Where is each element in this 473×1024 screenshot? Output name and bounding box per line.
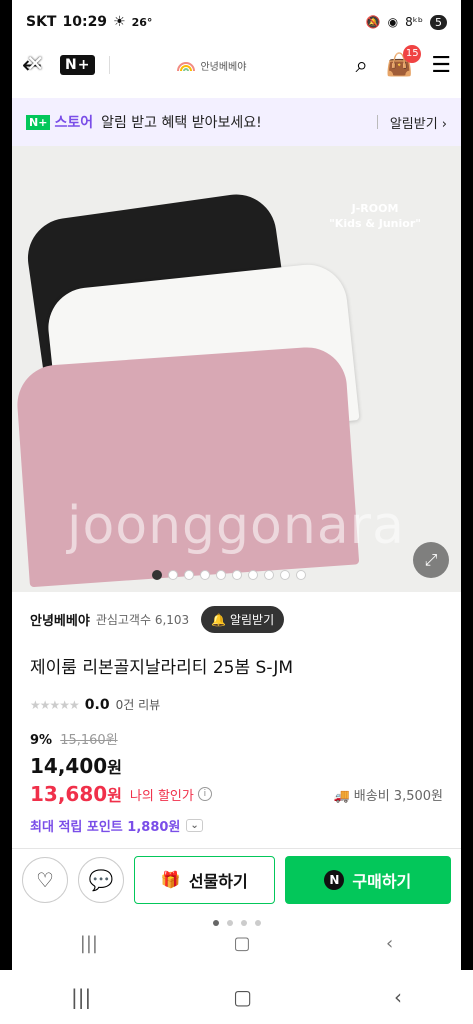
divider — [376, 115, 378, 129]
bottom-action-bar: ♡ 💬 🎁 선물하기 N 구매하기 — [12, 848, 461, 910]
back-icon[interactable]: ‹ — [394, 985, 402, 1009]
discount-percent: 9% — [30, 733, 53, 748]
notification-banner[interactable]: N+ 스토어 알림 받고 혜택 받아보세요! 알림받기 › — [12, 98, 461, 146]
carousel-dot[interactable] — [232, 570, 242, 580]
carousel-dot[interactable] — [280, 570, 290, 580]
buy-label: 구매하기 — [352, 871, 412, 891]
wifi-icon: ◉ — [387, 15, 399, 29]
banner-alarm-button[interactable]: 알림받기 › — [390, 113, 447, 132]
temperature: 26° — [131, 15, 153, 29]
star-rating-icon: ★★★★★ — [30, 697, 80, 712]
store-row: 안녕베베야 관심고객수 6,103 🔔 알림받기 — [30, 606, 443, 633]
home-icon[interactable]: ▢ — [233, 933, 250, 954]
system-nav-bar: ||| ▢ ‹ — [0, 970, 473, 1024]
inner-nav-bar: ||| ▢ ‹ — [12, 928, 461, 958]
status-bar: SKT 10:29 ☀ 26° 🔕 ◉ 8ᵏᵇ 5 — [12, 0, 461, 44]
carousel-dot[interactable] — [248, 570, 258, 580]
discount-row: 9% 15,160원 — [30, 729, 443, 748]
original-price: 15,160원 — [60, 733, 118, 748]
banner-message: 알림 받고 혜택 받아보세요! — [101, 115, 262, 131]
nplus-badge: N+ — [26, 114, 51, 130]
carousel-dots — [152, 570, 306, 580]
clock: 10:29 — [62, 14, 108, 30]
carousel-dot[interactable] — [168, 570, 178, 580]
app-screen: SKT 10:29 ☀ 26° 🔕 ◉ 8ᵏᵇ 5 ← ✕ N+ 안녕베베야 ⌕… — [12, 0, 461, 970]
store-label: 스토어 — [54, 115, 94, 131]
carousel-dot[interactable] — [296, 570, 306, 580]
my-discount-label: 나의 할인가 — [129, 788, 194, 804]
carousel-dot[interactable] — [184, 570, 194, 580]
gift-icon: 🎁 — [160, 870, 181, 889]
top-nav: ← ✕ N+ 안녕베베야 ⌕ 👜 15 ☰ — [12, 44, 461, 86]
store-alarm-label: 알림받기 — [229, 613, 275, 627]
carousel-dot[interactable] — [264, 570, 274, 580]
recent-apps-icon[interactable]: ||| — [80, 933, 98, 954]
search-icon[interactable]: ⌕ — [356, 53, 368, 78]
chat-bubble-icon: 💬 — [88, 867, 114, 892]
network-speed: 8ᵏᵇ — [405, 15, 423, 29]
info-icon[interactable]: i — [197, 787, 212, 801]
carousel-dot[interactable] — [200, 570, 210, 580]
follower-count: 관심고객수 6,103 — [95, 613, 190, 627]
sale-row: 13,680원 나의 할인가 i 🚚 배송비 3,500원 — [30, 782, 443, 806]
product-image[interactable]: J-ROOM "Kids & Junior" joonggonara ⤢ — [12, 146, 461, 592]
product-title: 제이룸 리본골지날라리티 25봄 S-JM — [30, 658, 294, 678]
menu-icon[interactable]: ☰ — [431, 53, 451, 78]
watermark: joonggonara — [67, 496, 405, 556]
store-alarm-button[interactable]: 🔔 알림받기 — [201, 606, 285, 633]
weather-icon: ☀ — [113, 14, 126, 30]
carousel-dot[interactable] — [216, 570, 226, 580]
bell-icon: 🔔 — [211, 613, 227, 627]
buy-button[interactable]: N 구매하기 — [284, 855, 451, 904]
price-value: 14,400 — [30, 754, 108, 778]
heart-icon: ♡ — [36, 867, 54, 892]
max-points: 최대 적립 포인트 1,880원 — [30, 820, 181, 835]
recent-apps-icon[interactable]: ||| — [71, 985, 91, 1009]
cart-icon[interactable]: 👜 15 — [386, 44, 422, 78]
shop-logo-text: 안녕베베야 — [200, 61, 247, 73]
close-icon[interactable]: ✕ — [26, 52, 44, 77]
page-indicator — [12, 920, 461, 926]
expand-icon[interactable]: ⤢ — [413, 542, 449, 578]
gift-label: 선물하기 — [188, 871, 248, 891]
chat-button[interactable]: 💬 — [78, 856, 124, 903]
rating-row[interactable]: ★★★★★ 0.0 0건 리뷰 — [30, 696, 443, 713]
sale-price: 13,680원 — [30, 782, 122, 806]
back-icon[interactable]: ‹ — [386, 933, 393, 954]
rating-score: 0.0 — [84, 696, 110, 713]
review-count: 0건 리뷰 — [115, 698, 161, 712]
home-icon[interactable]: ▢ — [233, 985, 252, 1009]
npay-icon: N — [324, 869, 345, 890]
nplus-logo[interactable]: N+ — [60, 55, 96, 75]
mute-icon: 🔕 — [365, 15, 381, 29]
price-currency: 원 — [107, 758, 122, 777]
divider — [109, 56, 111, 74]
carousel-dot[interactable] — [152, 570, 162, 580]
chevron-down-icon[interactable]: ⌄ — [186, 819, 203, 832]
carrier: SKT — [26, 14, 57, 30]
product-info: 안녕베베야 관심고객수 6,103 🔔 알림받기 제이룸 리본골지날라리티 25… — [12, 606, 461, 873]
price: 14,400원 — [30, 754, 443, 778]
brand-caption: J-ROOM "Kids & Junior" — [329, 202, 421, 231]
cart-count-badge: 15 — [403, 44, 422, 63]
store-name[interactable]: 안녕베베야 — [30, 610, 90, 629]
gift-button[interactable]: 🎁 선물하기 — [134, 855, 275, 904]
points-row[interactable]: 최대 적립 포인트 1,880원 ⌄ — [30, 816, 443, 835]
like-button[interactable]: ♡ — [22, 856, 68, 903]
shipping-fee: 🚚 배송비 3,500원 — [333, 788, 443, 804]
shop-logo[interactable]: 안녕베베야 — [176, 58, 246, 73]
rainbow-icon — [177, 62, 196, 71]
battery-badge: 5 — [430, 14, 447, 30]
